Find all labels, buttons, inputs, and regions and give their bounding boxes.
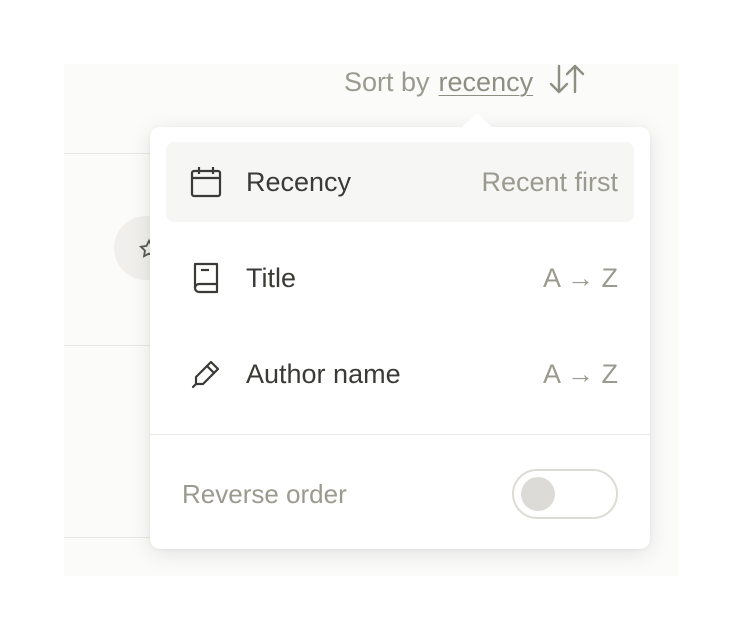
pen-icon xyxy=(188,356,224,392)
option-label: Author name xyxy=(246,358,401,389)
option-hint: Recent first xyxy=(481,166,618,197)
sort-dropdown-menu: Recency Recent first Title A → Z Author … xyxy=(150,113,650,549)
menu-divider xyxy=(150,434,650,435)
sort-arrows-icon xyxy=(547,61,587,104)
sort-control: Sort by recency xyxy=(344,62,589,102)
sort-option-recency[interactable]: Recency Recent first xyxy=(166,142,634,222)
reverse-order-label: Reverse order xyxy=(182,478,347,509)
sort-option-title[interactable]: Title A → Z xyxy=(166,238,634,318)
sort-direction-button[interactable] xyxy=(545,62,589,102)
reverse-order-toggle[interactable] xyxy=(512,469,618,519)
option-label: Recency xyxy=(246,166,352,197)
calendar-icon xyxy=(188,164,224,200)
book-icon xyxy=(188,260,224,296)
reverse-order-row: Reverse order xyxy=(182,467,618,521)
toggle-knob xyxy=(521,477,555,511)
sort-option-author[interactable]: Author name A → Z xyxy=(166,334,634,414)
option-hint: A → Z xyxy=(542,262,618,293)
option-label: Title xyxy=(246,262,297,293)
sort-prefix-label: Sort by xyxy=(344,66,430,97)
dropdown-caret xyxy=(461,113,493,128)
sort-field-link[interactable]: recency xyxy=(439,67,534,98)
option-hint: A → Z xyxy=(542,358,618,389)
